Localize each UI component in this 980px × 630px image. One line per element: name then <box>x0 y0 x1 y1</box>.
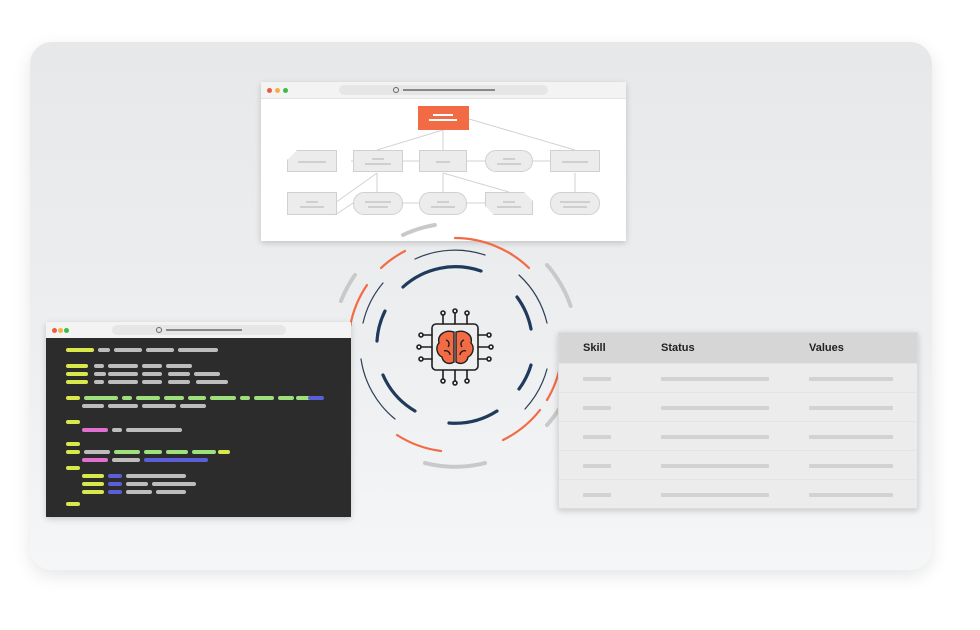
code-token <box>66 466 80 470</box>
code-token <box>84 450 110 454</box>
diagram-node[interactable] <box>287 192 337 215</box>
code-token <box>192 450 216 454</box>
diagram-node[interactable] <box>353 192 403 215</box>
code-token <box>82 428 108 432</box>
column-header-status[interactable]: Status <box>661 342 695 354</box>
code-token <box>308 396 324 400</box>
table-row[interactable] <box>559 392 917 422</box>
table-row[interactable] <box>559 450 917 480</box>
code-token <box>98 348 110 352</box>
code-token <box>188 396 206 400</box>
code-token <box>108 364 138 368</box>
code-token <box>108 372 138 376</box>
code-token <box>142 404 176 408</box>
column-header-values[interactable]: Values <box>809 342 844 354</box>
diagram-node[interactable] <box>353 150 403 172</box>
code-token <box>142 380 162 384</box>
ai-brain-chip-icon <box>416 308 494 386</box>
code-token <box>166 364 192 368</box>
code-token <box>66 420 80 424</box>
code-token <box>146 348 174 352</box>
code-token <box>82 490 104 494</box>
code-token <box>166 450 188 454</box>
code-token <box>66 348 94 352</box>
code-token <box>84 396 118 400</box>
code-token <box>66 380 88 384</box>
code-token <box>66 502 80 506</box>
diagram-node[interactable] <box>485 150 533 172</box>
code-token <box>114 450 140 454</box>
code-token <box>126 482 148 486</box>
code-token <box>210 396 236 400</box>
code-token <box>144 450 162 454</box>
code-token <box>82 482 104 486</box>
code-lines <box>46 322 351 517</box>
code-token <box>168 372 190 376</box>
code-token <box>142 364 162 368</box>
code-token <box>278 396 294 400</box>
code-window <box>46 322 351 517</box>
column-header-skill[interactable]: Skill <box>583 342 606 354</box>
code-token <box>108 490 122 494</box>
diagram-root-node[interactable] <box>418 106 469 130</box>
code-token <box>66 442 80 446</box>
code-token <box>122 396 132 400</box>
root-node-label-line <box>433 114 453 116</box>
diagram-node[interactable] <box>550 150 600 172</box>
code-token <box>114 348 142 352</box>
code-token <box>126 474 186 478</box>
code-token <box>94 372 106 376</box>
code-token <box>126 428 182 432</box>
code-token <box>142 372 162 376</box>
code-token <box>82 458 108 462</box>
code-token <box>108 380 138 384</box>
diagram-node[interactable] <box>287 150 337 172</box>
diagram-node[interactable] <box>419 150 467 172</box>
diagram-node[interactable] <box>419 192 467 215</box>
code-token <box>112 428 122 432</box>
code-token <box>82 474 104 478</box>
code-token <box>66 450 80 454</box>
code-token <box>126 490 152 494</box>
code-token <box>180 404 206 408</box>
root-node-label-line <box>429 119 457 121</box>
table-row[interactable] <box>559 479 917 508</box>
code-token <box>144 458 208 462</box>
code-token <box>112 458 140 462</box>
code-token <box>66 396 80 400</box>
table-header: Skill Status Values <box>559 333 917 363</box>
code-token <box>66 372 88 376</box>
code-token <box>178 348 218 352</box>
code-token <box>66 364 88 368</box>
code-token <box>156 490 186 494</box>
code-token <box>108 482 122 486</box>
table-window: Skill Status Values <box>558 332 918 509</box>
code-token <box>136 396 160 400</box>
code-token <box>254 396 274 400</box>
code-token <box>108 404 138 408</box>
diagram-node[interactable] <box>550 192 600 215</box>
code-token <box>196 380 228 384</box>
code-token <box>94 364 104 368</box>
code-token <box>82 404 104 408</box>
table-row[interactable] <box>559 363 917 393</box>
code-token <box>152 482 196 486</box>
code-token <box>164 396 184 400</box>
code-token <box>94 380 104 384</box>
diagram-node[interactable] <box>485 192 533 215</box>
code-token <box>240 396 250 400</box>
code-token <box>194 372 220 376</box>
code-token <box>168 380 190 384</box>
table-row[interactable] <box>559 421 917 451</box>
code-token <box>108 474 122 478</box>
code-token <box>218 450 230 454</box>
